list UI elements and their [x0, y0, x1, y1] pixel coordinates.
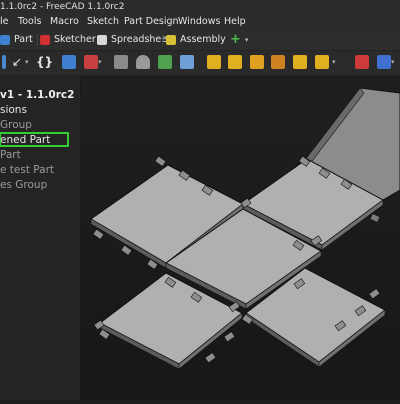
tree-item-test-part[interactable]: e test Part [0, 163, 74, 178]
chamfer-icon[interactable] [377, 55, 391, 69]
menu-part-design[interactable]: Part Design [124, 14, 179, 30]
braces-icon[interactable]: {} [36, 55, 53, 69]
part-workbench-icon [0, 35, 10, 45]
menu-tools[interactable]: Tools [18, 14, 41, 30]
workbench-separator [162, 34, 163, 46]
assembly-workbench-icon [166, 35, 176, 45]
variable-set-icon[interactable] [114, 55, 128, 69]
fillet-icon[interactable] [355, 55, 369, 69]
menu-sketch[interactable]: Sketch [87, 14, 119, 30]
menu-windows[interactable]: Windows [178, 14, 220, 30]
menu-bar: le Tools Macro Sketch Part Design Window… [0, 14, 400, 30]
pad-icon[interactable] [207, 55, 221, 69]
workbench-assembly-label: Assembly [180, 34, 226, 45]
additive-loft-icon[interactable] [293, 55, 307, 69]
window-title-bar: 1.1.0rc2 - FreeCAD 1.1.0rc2 [0, 0, 400, 14]
3d-model-render [81, 76, 400, 400]
link-icon[interactable] [62, 55, 76, 69]
workbench-sketcher-tab[interactable]: Sketcher [40, 30, 96, 50]
tree-item-versions[interactable]: sions [0, 103, 74, 118]
spreadsheet-workbench-icon [97, 35, 107, 45]
tree-root-document[interactable]: v1 - 1.1.0rc2 [0, 88, 74, 103]
workbench-part-label: Part [14, 34, 33, 45]
additive-pipe-icon[interactable] [315, 55, 329, 69]
add-workbench-button[interactable]: + ▾ [230, 30, 248, 50]
model-tree: v1 - 1.1.0rc2 sions Group ened Part Part… [0, 88, 74, 193]
tree-item-group[interactable]: Group [0, 118, 74, 133]
menu-macro[interactable]: Macro [50, 14, 79, 30]
workbench-assembly-tab[interactable]: Assembly [166, 30, 226, 50]
pocket-icon[interactable] [250, 55, 264, 69]
workbench-sketcher-label: Sketcher [54, 34, 96, 45]
sketcher-workbench-icon [40, 35, 50, 45]
menu-help[interactable]: Help [224, 14, 246, 30]
groove-icon[interactable] [271, 55, 285, 69]
pipette-icon[interactable] [180, 55, 194, 69]
3d-view[interactable] [81, 76, 400, 400]
window-title: 1.1.0rc2 - FreeCAD 1.1.0rc2 [0, 2, 125, 12]
workbench-part-tab[interactable]: Part [0, 30, 33, 50]
workbench-spreadsheet-tab[interactable]: Spreadsheet [97, 30, 171, 50]
body-icon[interactable] [158, 55, 172, 69]
revolution-icon[interactable] [228, 55, 242, 69]
tree-item-selected-part[interactable]: ened Part [0, 132, 74, 148]
workbench-separator [37, 34, 38, 46]
pointer-arrow-icon[interactable]: ↙ [12, 55, 26, 69]
tools-toolbar: ↙ ▾ {} ▾ ▾ ▾ [0, 51, 400, 76]
pawn-icon[interactable] [136, 55, 150, 69]
workbench-bar: Part Sketcher Spreadsheet Assembly + ▾ [0, 30, 400, 51]
toolbar-edge-icon[interactable] [2, 55, 6, 69]
tree-item-shapes-group[interactable]: es Group [0, 178, 74, 193]
selection-outline [0, 132, 69, 147]
menu-file[interactable]: le [0, 14, 8, 30]
chevron-down-icon[interactable]: ▾ [332, 55, 346, 69]
tree-item-part[interactable]: Part [0, 148, 74, 163]
chevron-down-icon: ▾ [244, 36, 249, 44]
chevron-down-icon[interactable]: ▾ [391, 55, 400, 69]
part-container-icon[interactable] [84, 55, 98, 69]
plus-icon: + [230, 32, 241, 47]
chevron-down-icon[interactable]: ▾ [98, 55, 112, 69]
